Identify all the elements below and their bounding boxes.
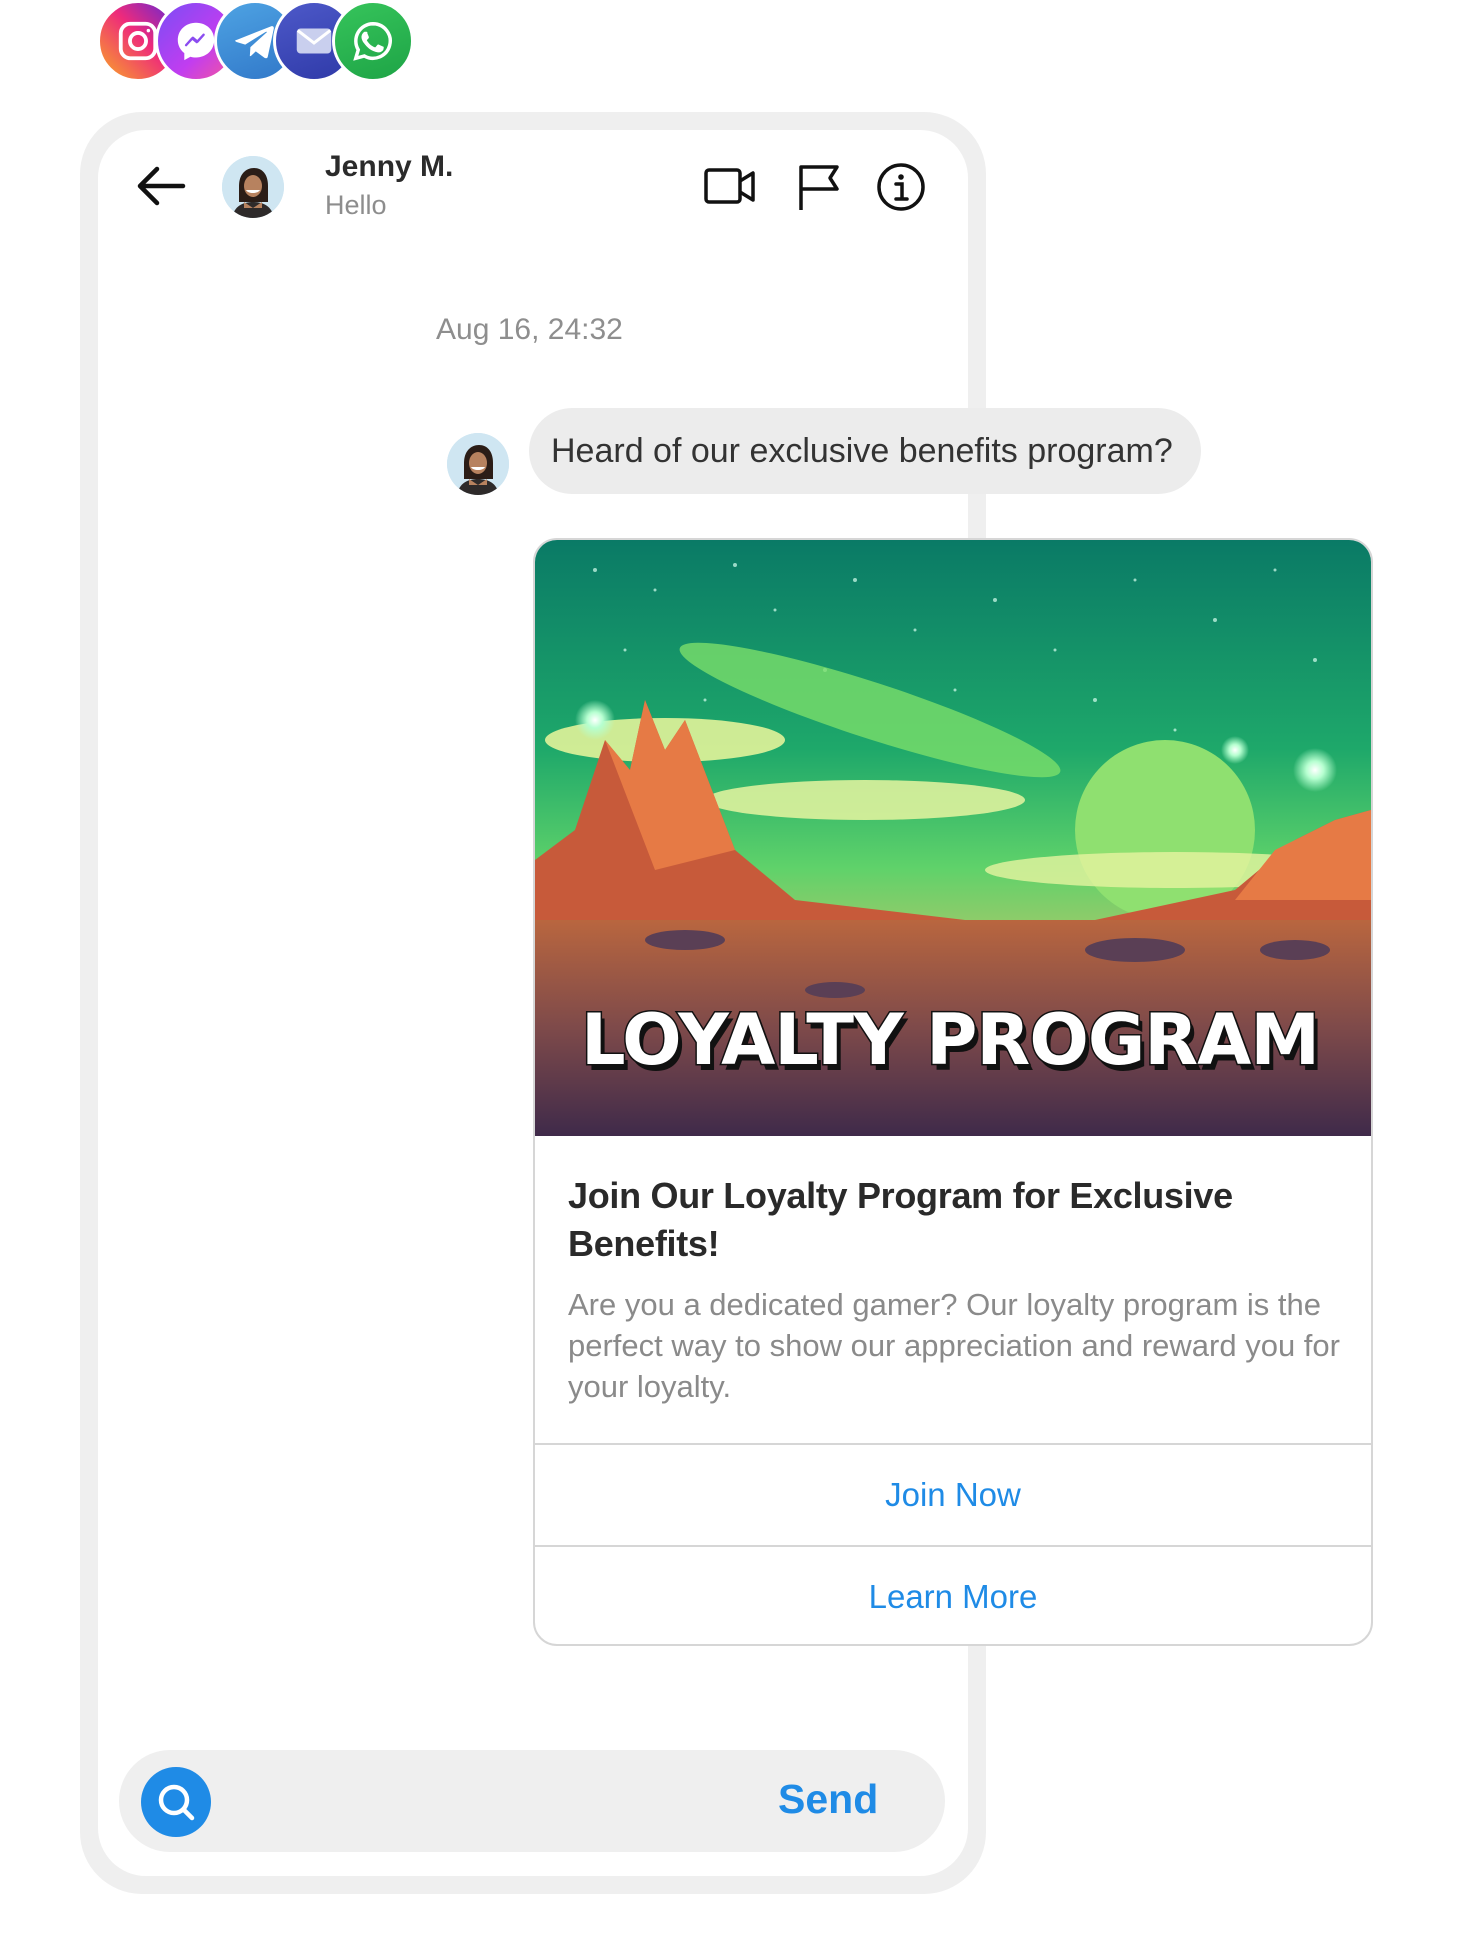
message-avatar	[447, 433, 509, 495]
card-description: Are you a dedicated gamer? Our loyalty p…	[568, 1287, 1340, 1404]
flag-icon	[799, 165, 839, 210]
contact-status: Hello	[325, 190, 387, 220]
channel-icons	[97, 0, 427, 84]
message-text: Heard of our exclusive benefits program?	[551, 431, 1173, 470]
search-button[interactable]	[141, 1767, 211, 1837]
video-icon	[704, 168, 755, 204]
report-button[interactable]	[792, 160, 846, 214]
back-button[interactable]	[133, 162, 189, 210]
info-icon	[877, 163, 925, 211]
video-call-button[interactable]	[703, 160, 757, 214]
contact-name: Jenny M.	[325, 150, 454, 183]
card-image-caption-front: LOYALTY PROGRAM	[581, 999, 1319, 1081]
message-timestamp: Aug 16, 24:32	[436, 313, 623, 346]
search-icon	[158, 1784, 195, 1821]
promo-card: LOYALTY PROGRAM LOYALTY PROGRAM Join Our…	[533, 538, 1373, 1646]
whatsapp-icon	[332, 0, 414, 82]
info-button[interactable]	[874, 160, 928, 214]
contact-avatar[interactable]	[222, 156, 284, 218]
card-image: LOYALTY PROGRAM LOYALTY PROGRAM	[535, 540, 1371, 1136]
svg-text:LOYALTY PROGRAM: LOYALTY PROGRAM	[581, 999, 1319, 1081]
send-button[interactable]: Send	[778, 1776, 878, 1823]
message-bubble: Heard of our exclusive benefits program?	[529, 408, 1201, 494]
message-input[interactable]	[230, 1770, 754, 1836]
arrow-left-icon	[137, 166, 186, 206]
learn-more-button[interactable]: Learn More	[535, 1545, 1371, 1644]
join-now-button[interactable]: Join Now	[535, 1443, 1371, 1545]
card-title: Join Our Loyalty Program for Exclusive B…	[568, 1175, 1233, 1264]
